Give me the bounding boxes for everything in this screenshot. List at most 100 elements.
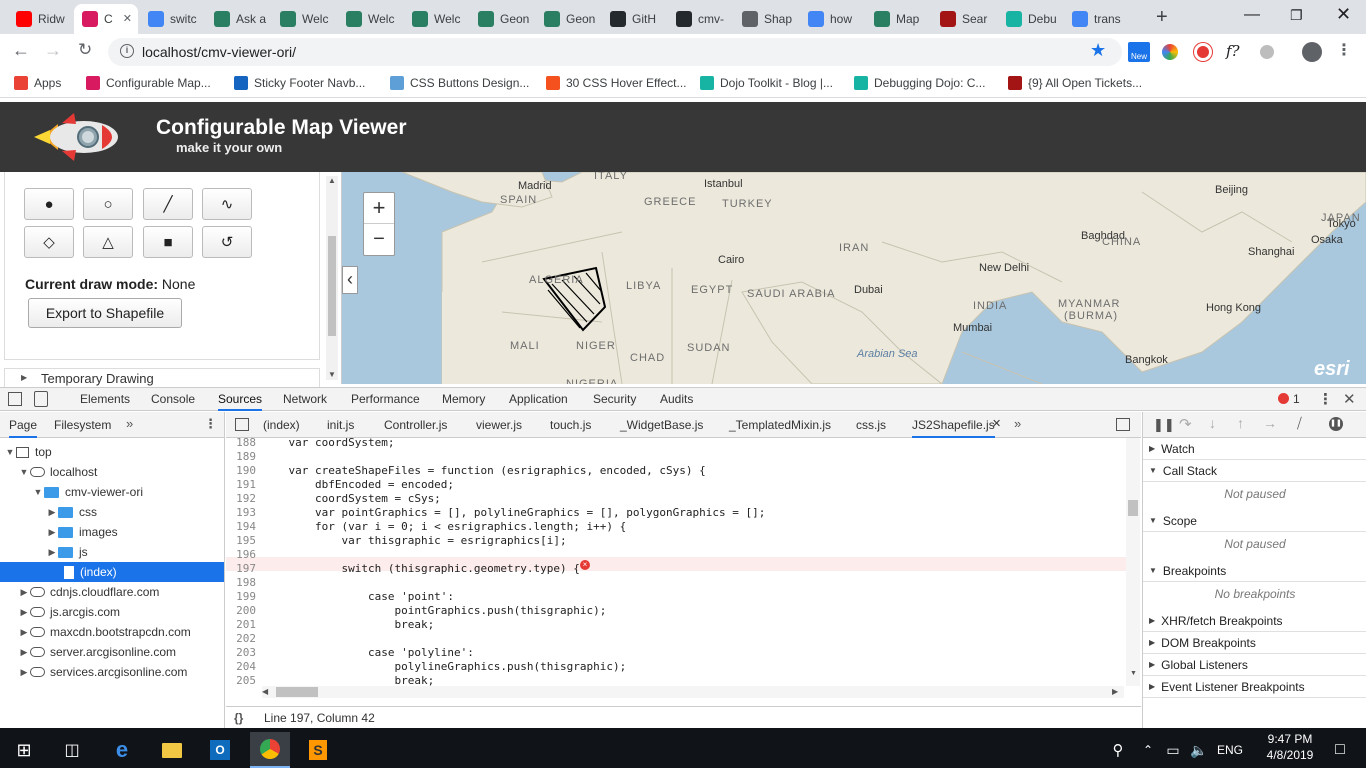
- code-line[interactable]: polylineGraphics.push(thisgraphic);: [262, 660, 626, 673]
- tree-node-file[interactable]: (index): [0, 562, 224, 582]
- bookmark-item-4[interactable]: 30 CSS Hover Effect...: [546, 76, 687, 90]
- toggle-debugger-icon[interactable]: [1116, 418, 1130, 431]
- browser-tab-7[interactable]: Geon: [470, 4, 534, 34]
- code-scroll-right-icon[interactable]: ▶: [1112, 687, 1118, 696]
- browser-tab-1[interactable]: C ✕: [74, 4, 138, 34]
- undo-draw-button[interactable]: ↺: [202, 226, 252, 258]
- code-line[interactable]: case 'polyline':: [262, 646, 474, 659]
- close-tab-icon[interactable]: ✕: [123, 12, 132, 25]
- sidebar-scrollbar[interactable]: ▲ ▼: [326, 176, 338, 380]
- code-line[interactable]: case 'point':: [262, 590, 454, 603]
- browser-tab-5[interactable]: Welc: [338, 4, 402, 34]
- file-tab[interactable]: _WidgetBase.js: [620, 418, 703, 432]
- rectangle-draw-button[interactable]: ■: [143, 226, 193, 258]
- devtools-tab-security[interactable]: Security: [593, 392, 636, 406]
- deactivate-breakpoints-icon[interactable]: ⧸: [1297, 415, 1302, 432]
- error-marker-icon[interactable]: ×: [580, 560, 590, 570]
- debug-section-event-listener-breakpoints[interactable]: ▶ Event Listener Breakpoints: [1143, 676, 1366, 698]
- windows-start-icon[interactable]: ⊞: [4, 732, 44, 768]
- show-hidden-icons[interactable]: ⌃: [1136, 732, 1160, 768]
- code-line[interactable]: dbfEncoded = encoded;: [262, 478, 454, 491]
- tree-node-cloud[interactable]: ▼ localhost: [0, 462, 224, 482]
- expanded-arrow-icon[interactable]: ▼: [18, 467, 30, 477]
- pause-icon[interactable]: ❚❚: [1153, 417, 1175, 433]
- devtools-tab-network[interactable]: Network: [283, 392, 327, 406]
- code-line[interactable]: var coordSystem;: [262, 438, 394, 449]
- error-count[interactable]: 1: [1293, 392, 1300, 406]
- collapsed-arrow-icon[interactable]: ▶: [46, 507, 58, 518]
- devtools-tab-audits[interactable]: Audits: [660, 392, 693, 406]
- inspect-element-icon[interactable]: [8, 392, 22, 406]
- tree-node-cloud[interactable]: ▶ services.arcgisonline.com: [0, 662, 224, 682]
- zoom-in-button[interactable]: +: [364, 193, 394, 224]
- input-language[interactable]: ENG: [1212, 732, 1248, 768]
- forward-icon[interactable]: →: [44, 40, 62, 61]
- collapsed-arrow-icon[interactable]: ▶: [18, 647, 30, 658]
- more-tabs-icon[interactable]: »: [126, 416, 133, 431]
- notifications-icon[interactable]: □: [1320, 732, 1360, 768]
- browser-tab-13[interactable]: Map: [866, 4, 930, 34]
- code-scroll-thumb[interactable]: [1128, 500, 1138, 516]
- minimize-icon[interactable]: —: [1244, 6, 1260, 24]
- bookmark-item-5[interactable]: Dojo Toolkit - Blog |...: [700, 76, 833, 90]
- people-icon[interactable]: ⚲: [1098, 732, 1138, 768]
- scroll-up-icon[interactable]: ▲: [328, 176, 336, 185]
- devtools-tab-performance[interactable]: Performance: [351, 392, 420, 406]
- code-line[interactable]: pointGraphics.push(thisgraphic);: [262, 604, 606, 617]
- devtools-close-icon[interactable]: ✕: [1343, 390, 1356, 408]
- debug-section-xhr-fetch-breakpoints[interactable]: ▶ XHR/fetch Breakpoints: [1143, 610, 1366, 632]
- expanded-arrow-icon[interactable]: ▼: [4, 447, 16, 457]
- browser-tab-6[interactable]: Welc: [404, 4, 468, 34]
- tree-node-cloud[interactable]: ▶ server.arcgisonline.com: [0, 642, 224, 662]
- map-view[interactable]: Madrid Istanbul Beijing Tokyo Osaka Baghdad Ca…: [342, 172, 1366, 384]
- devtools-tab-application[interactable]: Application: [509, 392, 568, 406]
- tree-node-folder[interactable]: ▶ css: [0, 502, 224, 522]
- tree-node-folder[interactable]: ▶ images: [0, 522, 224, 542]
- step-into-icon[interactable]: ↓: [1209, 415, 1216, 431]
- code-line[interactable]: var pointGraphics = [], polylineGraphics…: [262, 506, 765, 519]
- navigator-tab-page[interactable]: Page: [9, 418, 38, 438]
- close-window-icon[interactable]: ✕: [1336, 4, 1351, 25]
- code-horizontal-scrollbar[interactable]: ◀ ▶: [262, 686, 1124, 698]
- step-over-icon[interactable]: ↷: [1179, 415, 1192, 433]
- file-tab[interactable]: css.js: [856, 418, 886, 432]
- pretty-print-icon[interactable]: {}: [234, 711, 243, 725]
- zoom-out-button[interactable]: −: [364, 224, 394, 255]
- tree-node-folder[interactable]: ▶ js: [0, 542, 224, 562]
- tree-node-cloud[interactable]: ▶ maxcdn.bootstrapcdn.com: [0, 622, 224, 642]
- code-hscroll-thumb[interactable]: [276, 687, 318, 697]
- collapsed-arrow-icon[interactable]: ▶: [18, 587, 30, 598]
- tree-node-cloud[interactable]: ▶ cdnjs.cloudflare.com: [0, 582, 224, 602]
- file-explorer-icon[interactable]: [152, 732, 192, 768]
- browser-tab-4[interactable]: Welc: [272, 4, 336, 34]
- bookmark-item-1[interactable]: Configurable Map...: [86, 76, 211, 90]
- toggle-navigator-icon[interactable]: [235, 418, 249, 431]
- browser-tab-9[interactable]: GitH: [602, 4, 666, 34]
- menu-kebab-icon[interactable]: ⋮: [1336, 40, 1352, 60]
- maximize-icon[interactable]: ❐: [1290, 7, 1303, 24]
- code-line[interactable]: break;: [262, 618, 434, 631]
- ext-new-icon[interactable]: New: [1128, 42, 1150, 62]
- navigator-menu-icon[interactable]: ⋮: [204, 416, 217, 432]
- code-line[interactable]: for (var i = 0; i < esrigraphics.length;…: [262, 520, 626, 533]
- bookmark-item-7[interactable]: {9} All Open Tickets...: [1008, 76, 1142, 90]
- collapse-sidebar-button[interactable]: ‹: [342, 266, 358, 294]
- code-scroll-down-icon[interactable]: ▼: [1130, 670, 1137, 677]
- file-tab[interactable]: init.js: [327, 418, 354, 432]
- ext-color-icon[interactable]: [1162, 44, 1178, 60]
- circle-draw-button[interactable]: ○: [83, 188, 133, 220]
- point-draw-button[interactable]: ●: [24, 188, 74, 220]
- code-line[interactable]: break;: [262, 674, 434, 686]
- temporary-drawing-panel-header[interactable]: ▶ Temporary Drawing: [4, 368, 320, 388]
- polygon-draw-button[interactable]: ◇: [24, 226, 74, 258]
- collapsed-arrow-icon[interactable]: ▶: [18, 607, 30, 618]
- url-text[interactable]: localhost/cmv-viewer-ori/: [142, 44, 296, 60]
- reload-icon[interactable]: ↻: [78, 40, 92, 60]
- collapsed-arrow-icon[interactable]: ▶: [46, 527, 58, 538]
- browser-tab-16[interactable]: trans: [1064, 4, 1128, 34]
- task-view-icon[interactable]: ◫: [52, 732, 92, 768]
- debug-section-dom-breakpoints[interactable]: ▶ DOM Breakpoints: [1143, 632, 1366, 654]
- debug-section-watch[interactable]: ▶ Watch: [1143, 438, 1366, 460]
- polyline-draw-button[interactable]: ╱: [143, 188, 193, 220]
- profile-icon[interactable]: [1302, 42, 1322, 62]
